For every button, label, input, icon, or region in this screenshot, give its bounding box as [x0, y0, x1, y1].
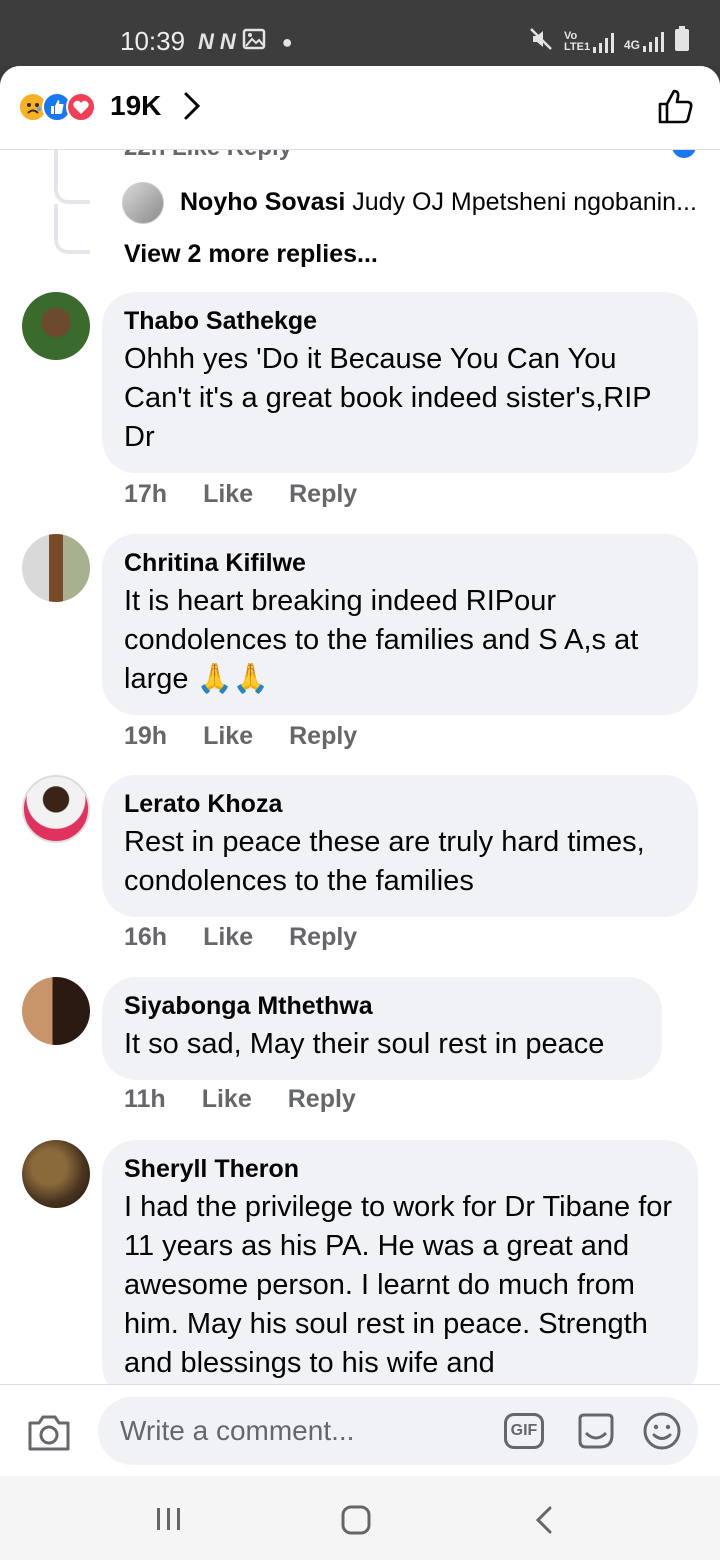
system-navigation-bar	[0, 1476, 720, 1560]
reply-button[interactable]: Reply	[289, 923, 357, 952]
comment-text: Ohhh yes 'Do it Because You Can You Can'…	[124, 343, 652, 453]
image-icon	[242, 28, 266, 56]
avatar[interactable]	[22, 534, 90, 602]
avatar[interactable]	[122, 182, 164, 224]
thread-elbow	[54, 160, 90, 204]
comment-text: It so sad, May their soul rest in peace	[124, 1028, 605, 1060]
reactions-header[interactable]: 19K	[0, 66, 720, 150]
comment-bubble[interactable]: Thabo Sathekge Ohhh yes 'Do it Because Y…	[102, 292, 698, 473]
dot-icon: ●	[281, 31, 293, 52]
comment-author[interactable]: Lerato Khoza	[124, 789, 676, 819]
battery-icon	[674, 26, 690, 57]
like-button[interactable]: Like	[202, 1085, 252, 1114]
back-button[interactable]	[530, 1504, 560, 1541]
n-icon: N	[219, 29, 236, 54]
love-reaction-icon	[66, 92, 96, 122]
status-time: 10:39	[120, 26, 186, 56]
sticker-icon[interactable]	[574, 1411, 618, 1456]
comment-author[interactable]: Thabo Sathekge	[124, 306, 676, 336]
volte-signal-icon: Vo LTE1	[564, 30, 614, 53]
n-icon: N	[198, 29, 214, 54]
comment-bubble[interactable]: Sheryll Theron I had the privilege to wo…	[102, 1140, 698, 1384]
comment-author[interactable]: Chritina Kifilwe	[124, 548, 676, 578]
comment-time: 19h	[124, 722, 168, 750]
avatar[interactable]	[22, 1140, 90, 1208]
like-button[interactable]: Like	[203, 480, 253, 509]
home-button[interactable]	[340, 1504, 372, 1541]
4g-signal-icon: 4G	[624, 31, 664, 52]
comment-time: 11h	[124, 1085, 166, 1113]
comment-author[interactable]: Sheryll Theron	[124, 1154, 676, 1184]
reply-button[interactable]: Reply	[289, 722, 357, 751]
comment-actions: 11h Like Reply	[124, 1085, 356, 1114]
comment-actions: 17h Like Reply	[124, 480, 357, 509]
system-icons: Vo LTE1 4G	[528, 26, 690, 57]
like-button[interactable]: Like	[203, 722, 253, 751]
view-more-replies-link[interactable]: View 2 more replies...	[124, 240, 378, 269]
avatar[interactable]	[22, 977, 90, 1045]
reaction-icons[interactable]	[18, 92, 96, 122]
comment-composer: Write a comment... GIF	[0, 1384, 720, 1476]
mute-icon	[528, 26, 554, 57]
comment-author[interactable]: Siyabonga Mthethwa	[124, 991, 640, 1021]
comment-text: I had the privilege to work for Dr Tiban…	[124, 1191, 673, 1379]
notification-icons: N N ●	[198, 28, 293, 56]
comment-bubble[interactable]: Lerato Khoza Rest in peace these are tru…	[102, 775, 698, 917]
comment-actions: 19h Like Reply	[124, 722, 357, 751]
partial-comment-meta: 22h Like Reply	[124, 150, 292, 162]
comment-bubble[interactable]: Siyabonga Mthethwa It so sad, May their …	[102, 977, 662, 1080]
reply-preview[interactable]: Noyho Sovasi Judy OJ Mpetsheni ngobanin.…	[180, 188, 700, 217]
comments-sheet: 19K 22h Like Reply Noyho Sovasi Judy OJ …	[0, 66, 720, 1476]
comment-time: 17h	[124, 480, 168, 508]
like-button[interactable]: Like	[203, 923, 253, 952]
reply-author: Noyho Sovasi	[180, 188, 346, 216]
gif-button[interactable]: GIF	[504, 1413, 544, 1449]
comment-time: 16h	[124, 923, 168, 951]
camera-icon[interactable]	[26, 1413, 72, 1458]
recent-apps-button[interactable]	[154, 1504, 184, 1539]
emoji-icon[interactable]	[642, 1411, 682, 1456]
comment-text: Rest in peace these are truly hard times…	[124, 826, 645, 897]
reply-text: Judy OJ Mpetsheni ngobanin...	[345, 188, 697, 216]
thread-elbow	[54, 204, 90, 254]
comment-feed[interactable]: 22h Like Reply Noyho Sovasi Judy OJ Mpet…	[0, 150, 720, 1384]
comment-input[interactable]: Write a comment... GIF	[98, 1397, 698, 1465]
like-post-button[interactable]	[656, 88, 694, 131]
comment-actions: 16h Like Reply	[124, 923, 357, 952]
reaction-count[interactable]: 19K	[110, 90, 161, 122]
reply-button[interactable]: Reply	[288, 1085, 356, 1114]
reply-button[interactable]: Reply	[289, 480, 357, 509]
chevron-right-icon[interactable]	[178, 88, 206, 129]
partial-badge	[672, 150, 696, 158]
avatar[interactable]	[22, 292, 90, 360]
avatar[interactable]	[22, 775, 90, 843]
comment-bubble[interactable]: Chritina Kifilwe It is heart breaking in…	[102, 534, 698, 715]
status-bar: 10:39 N N ● Vo LTE1 4G	[0, 0, 720, 66]
comment-text: It is heart breaking indeed RIPour condo…	[124, 585, 639, 695]
comment-placeholder: Write a comment...	[120, 1415, 355, 1446]
